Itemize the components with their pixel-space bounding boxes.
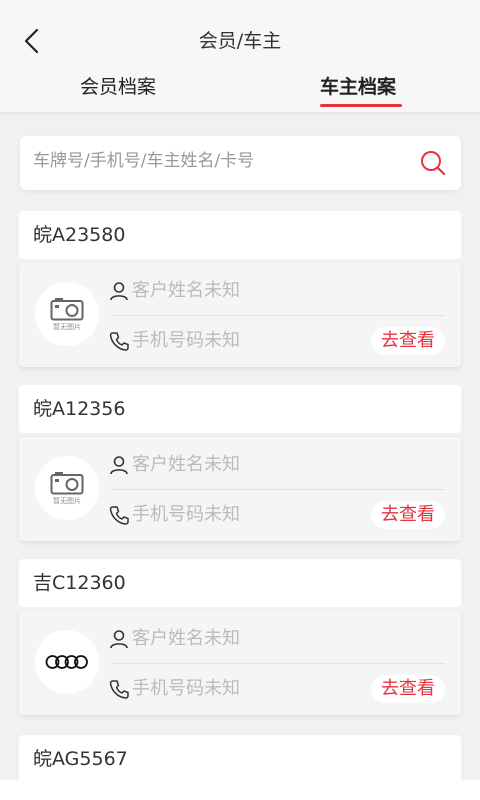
owner-card: 皖A12356 暂无图片 客户姓名未知 手机号码未知 去查看 [19, 385, 461, 541]
plate-bar: 皖A23580 [19, 211, 461, 259]
plate-bar: 皖A12356 [19, 385, 461, 433]
divider [111, 663, 445, 664]
no-image-camera-icon [50, 297, 84, 320]
divider [111, 489, 445, 490]
search-icon[interactable] [418, 148, 448, 178]
customer-name: 客户姓名未知 [132, 454, 240, 475]
owner-card: 皖A23580 暂无图片 客户姓名未知 手机号码未知 去查看 [19, 211, 461, 367]
search-box[interactable]: 车牌号/手机号/车主姓名/卡号 [20, 136, 461, 190]
person-icon [110, 282, 128, 301]
phone-number: 手机号码未知 [132, 330, 240, 351]
tab-member-archive[interactable]: 会员档案 [80, 72, 156, 102]
person-icon [110, 630, 128, 649]
bottom-edge [0, 780, 480, 800]
owner-card: 皖AG5567 [19, 735, 461, 785]
vehicle-avatar: 暂无图片 [35, 456, 99, 520]
view-details-button[interactable]: 去查看 [371, 327, 445, 355]
phone-number: 手机号码未知 [132, 678, 240, 699]
license-plate: 皖AG5567 [33, 748, 128, 770]
vehicle-avatar [35, 630, 99, 694]
phone-icon [109, 680, 129, 699]
no-image-caption: 暂无图片 [53, 496, 81, 505]
search-input[interactable]: 车牌号/手机号/车主姓名/卡号 [33, 148, 254, 174]
phone-icon [109, 506, 129, 525]
no-image-caption: 暂无图片 [53, 322, 81, 331]
view-details-button[interactable]: 去查看 [371, 675, 445, 703]
phone-number: 手机号码未知 [132, 504, 240, 525]
page-title: 会员/车主 [198, 30, 282, 52]
license-plate: 皖A12356 [33, 398, 126, 420]
person-icon [110, 456, 128, 475]
license-plate: 吉C12360 [33, 572, 126, 594]
owner-card-body: 暂无图片 客户姓名未知 手机号码未知 去查看 [19, 263, 461, 367]
app-header: 会员/车主 会员档案 车主档案 [0, 0, 480, 112]
tab-owner-archive[interactable]: 车主档案 [320, 72, 396, 102]
divider [111, 315, 445, 316]
customer-name: 客户姓名未知 [132, 280, 240, 301]
owner-card: 吉C12360 客户姓名未知 手机号码未知 去查看 [19, 559, 461, 715]
active-tab-indicator [320, 104, 402, 107]
view-details-button[interactable]: 去查看 [371, 501, 445, 529]
owner-card-body: 暂无图片 客户姓名未知 手机号码未知 去查看 [19, 437, 461, 541]
audi-rings-logo [45, 655, 88, 669]
no-image-camera-icon [50, 471, 84, 494]
license-plate: 皖A23580 [33, 224, 126, 246]
plate-bar: 吉C12360 [19, 559, 461, 607]
owner-card-body: 客户姓名未知 手机号码未知 去查看 [19, 611, 461, 715]
vehicle-avatar: 暂无图片 [35, 282, 99, 346]
phone-icon [109, 332, 129, 351]
customer-name: 客户姓名未知 [132, 628, 240, 649]
